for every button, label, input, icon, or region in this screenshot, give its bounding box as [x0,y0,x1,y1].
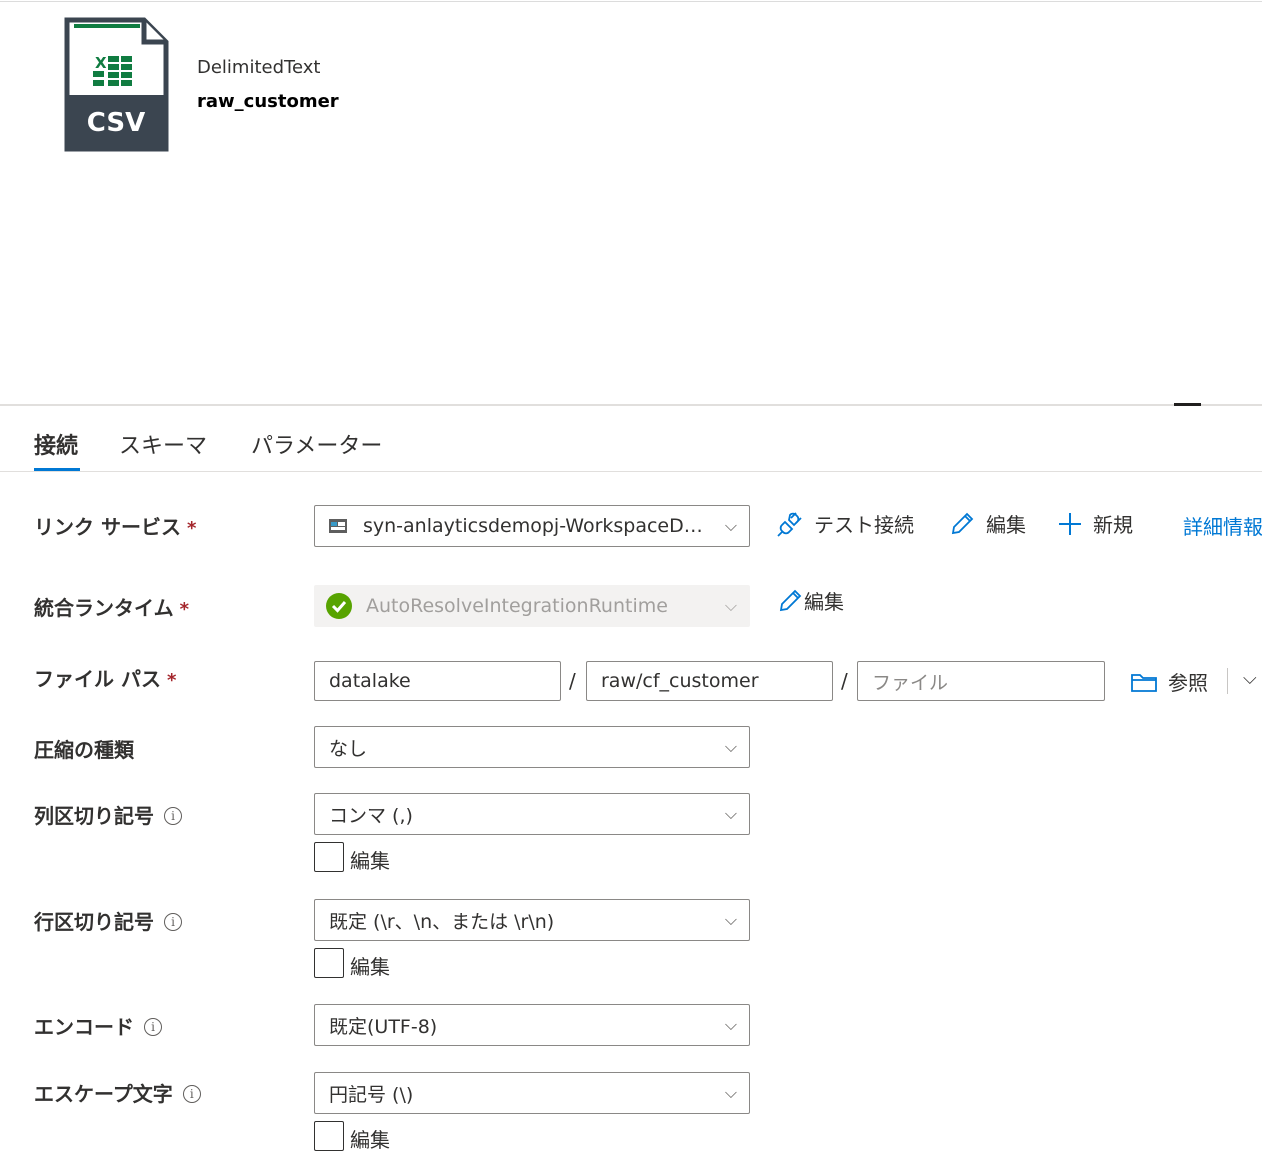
escape-char-label: エスケープ文字 i [34,1078,201,1107]
column-delimiter-label: 列区切り記号 i [34,800,182,829]
compression-label: 圧縮の種類 [34,738,134,762]
chevron-down-icon: ⌵ [724,516,738,535]
chevron-down-icon: ⌵ [724,804,738,823]
file-name-input[interactable]: ファイル [857,661,1105,701]
dataset-type: DelimitedText [197,57,321,78]
directory-input[interactable]: raw/cf_customer [586,661,833,701]
edit-integration-runtime-button[interactable]: 編集 [776,586,844,615]
column-delimiter-value: コンマ (,) [329,804,413,827]
column-delimiter-edit-label: 編集 [350,849,390,873]
info-icon[interactable]: i [164,807,182,825]
integration-runtime-value: AutoResolveIntegrationRuntime [366,595,668,617]
check-circle-icon [325,592,353,620]
chevron-down-icon: ⌵ [724,596,738,615]
row-delimiter-value: 既定 (\r、\n、または \r\n) [329,910,555,933]
tab-schema[interactable]: スキーマ [119,428,207,460]
browse-button[interactable]: 参照 [1130,667,1208,696]
compression-dropdown[interactable]: なし ⌵ [314,726,750,768]
test-connection-button[interactable]: テスト接続 [776,509,914,538]
file-path-label: ファイル パス * [34,667,177,691]
path-separator: / [569,669,576,693]
edit-linked-service-button[interactable]: 編集 [948,509,1026,538]
encoding-value: 既定(UTF-8) [329,1015,438,1038]
pencil-icon [779,589,802,611]
escape-char-value: 円記号 (\) [329,1083,414,1106]
linked-service-value: syn-anlayticsdemopj-WorkspaceDef... [363,515,713,537]
tab-connection[interactable]: 接続 [34,428,78,460]
panel-resize-handle[interactable] [1174,403,1201,406]
path-separator: / [841,669,848,693]
new-linked-service-button[interactable]: 新規 [1057,509,1133,538]
linked-service-dropdown[interactable]: syn-anlayticsdemopj-WorkspaceDef... ⌵ [314,505,750,547]
info-icon[interactable]: i [164,913,182,931]
chevron-down-icon: ⌵ [724,737,738,756]
escape-char-edit-label: 編集 [350,1128,390,1152]
divider [1227,668,1228,694]
escape-char-dropdown[interactable]: 円記号 (\) ⌵ [314,1072,750,1114]
plug-icon [777,511,802,537]
column-delimiter-dropdown[interactable]: コンマ (,) ⌵ [314,793,750,835]
tabs-divider [0,471,1262,472]
linked-service-label: リンク サービス * [34,515,197,539]
row-delimiter-label: 行区切り記号 i [34,906,182,935]
escape-char-edit-checkbox[interactable] [314,1121,344,1151]
svg-text:X: X [95,54,107,72]
csv-file-icon: X CSV [64,17,169,156]
pencil-icon [951,512,974,534]
row-delimiter-dropdown[interactable]: 既定 (\r、\n、または \r\n) ⌵ [314,899,750,941]
storage-icon [329,519,347,533]
chevron-down-icon[interactable]: ⌵ [1243,668,1257,689]
integration-runtime-label: 統合ランタイム * [34,596,190,620]
row-delimiter-edit-label: 編集 [350,955,390,979]
container-input[interactable]: datalake [314,661,561,701]
svg-text:CSV: CSV [87,108,145,138]
dataset-name: raw_customer [197,91,339,112]
details-link[interactable]: 詳細情報 [1183,511,1262,540]
info-icon[interactable]: i [144,1018,162,1036]
plus-icon [1059,512,1081,535]
top-border [0,1,1262,2]
compression-value: なし [329,737,368,760]
panel-divider [0,404,1262,406]
chevron-down-icon: ⌵ [724,1083,738,1102]
tab-parameters[interactable]: パラメーター [251,428,382,460]
integration-runtime-dropdown[interactable]: AutoResolveIntegrationRuntime ⌵ [314,585,750,627]
row-delimiter-edit-checkbox[interactable] [314,948,344,978]
info-icon[interactable]: i [182,1085,201,1103]
encoding-label: エンコード i [34,1011,162,1040]
chevron-down-icon: ⌵ [724,1015,738,1034]
chevron-down-icon: ⌵ [724,910,738,929]
column-delimiter-edit-checkbox[interactable] [314,842,344,872]
folder-icon [1131,673,1157,692]
encoding-dropdown[interactable]: 既定(UTF-8) ⌵ [314,1004,750,1046]
